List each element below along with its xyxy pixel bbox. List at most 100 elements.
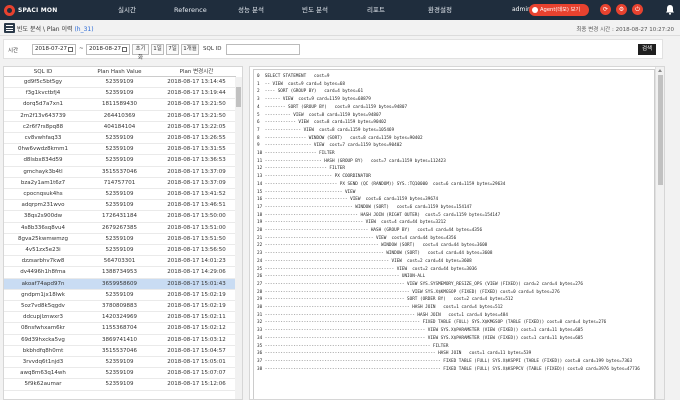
plan-hash-cell: 52359109 — [105, 90, 134, 97]
table-row[interactable]: dzzsarbhv7kw8 564703301 2018-08-17 14:01:2… — [4, 256, 236, 268]
agent-view-button[interactable]: Agent(데모) 보기 — [529, 4, 589, 16]
table-row[interactable]: 4v51zx5e23i 52359109 2018-08-17 13:56:50 — [4, 245, 236, 257]
logo-text: SPACI MON — [18, 6, 58, 14]
last-update: 최종 변경 시간 : 2018-08-27 10:27:20 — [576, 25, 674, 33]
plan-line: 6 ------------ VIEW cost=8 card=1159 byt… — [257, 120, 387, 126]
nav-realtime[interactable]: 실시간 — [118, 0, 136, 20]
table-row[interactable]: d8lsbx834d59 52359109 2018-08-17 13:36:53 — [4, 155, 236, 167]
table-row[interactable]: akoaf74apd97n 3659958609 2018-08-17 15:01:… — [4, 278, 236, 290]
plan-line: 33 -------------------------------------… — [257, 328, 583, 334]
column-header-plan-hash[interactable]: Plan Hash Value — [82, 67, 157, 77]
plan-line: 23 -------------------------------------… — [257, 251, 493, 257]
table-row[interactable]: 5oz7vd8k5qgdv 3780809883 2018-08-17 15:02:… — [4, 301, 236, 313]
sql-id-cell: 38qs2s900dw — [23, 213, 63, 220]
sql-id-input[interactable] — [226, 44, 300, 55]
scroll-thumb[interactable] — [236, 87, 241, 107]
table-row[interactable]: awq8m63q14wh 52359109 2018-08-17 15:07:07 — [4, 368, 236, 380]
table-row[interactable]: bza2y1am1t6z7 714757701 2018-08-17 13:37:0… — [4, 178, 236, 189]
user-name[interactable]: admin — [512, 0, 531, 20]
start-date-input[interactable]: 2018-07-27 — [32, 44, 76, 55]
table-row[interactable]: bkbhdfq8h0mt 3515537046 2018-08-17 15:04:5… — [4, 346, 236, 357]
sql-list-scrollbar[interactable] — [235, 77, 242, 399]
calendar-icon[interactable] — [122, 47, 127, 52]
reset-button[interactable]: 초기화 — [132, 44, 149, 61]
sql-id-cell: akoaf74apd97n — [21, 280, 65, 287]
sql-id-cell: ddcupjlznwxr3 — [23, 314, 63, 321]
sql-id-cell: 8gva25kwmwmzg — [18, 235, 68, 242]
seven-day-button[interactable]: 7일 — [166, 44, 179, 55]
end-date-input[interactable]: 2018-08-27 — [86, 44, 130, 55]
table-row[interactable]: 2m2f13v643739 264410369 2018-08-17 13:21:5… — [4, 111, 236, 122]
plan-line: 14 ---------------------------- PX SEND … — [257, 181, 506, 187]
sql-id-cell: 5f9k62aumar — [24, 381, 62, 388]
nav-report[interactable]: 리포트 — [367, 0, 385, 20]
one-month-button[interactable]: 1개월 — [181, 44, 199, 55]
table-row[interactable]: 4s8b336sq8vu4 2679267385 2018-08-17 13:51:… — [4, 223, 236, 234]
table-row[interactable]: adqrpm231wvo 52359109 2018-08-17 13:46:51 — [4, 200, 236, 212]
plan-time-cell: 2018-08-17 14:29:06 — [167, 269, 226, 276]
plan-time-cell: 2018-08-17 15:01:43 — [167, 280, 226, 287]
plan-time-cell: 2018-08-17 13:14:45 — [167, 79, 226, 85]
one-day-button[interactable]: 1일 — [151, 44, 164, 55]
sql-id-cell: gd9f5c5bt5gy — [23, 79, 63, 85]
table-row[interactable]: 5f9k62aumar 52359109 2018-08-17 15:12:06 — [4, 379, 236, 391]
nav-settings[interactable]: 환경설정 — [428, 0, 452, 20]
table-row[interactable]: 0hw6vwdz8kmm1 52359109 2018-08-17 13:31:55 — [4, 144, 236, 156]
plan-hash-cell: 52359109 — [105, 202, 134, 209]
sql-id-cell: bkbhdfq8h0mt — [22, 347, 64, 354]
plan-hash-cell: 264410369 — [103, 112, 136, 119]
app-logo[interactable]: SPACI MON — [4, 3, 57, 17]
table-row[interactable]: gd9f5c5bt5gy 52359109 2018-08-17 13:14:45 — [4, 77, 236, 89]
last-update-label: 최종 변경 시간 : — [576, 27, 616, 33]
table-row[interactable]: dorq5d7a7xn1 1811589430 2018-08-17 13:21:5… — [4, 99, 236, 111]
sql-id-cell: 2m2f13v643739 — [20, 112, 66, 119]
plan-time-cell: 2018-08-17 13:21:50 — [167, 112, 226, 119]
table-row[interactable]: 38qs2s900dw 1726431184 2018-08-17 13:50:00 — [4, 211, 236, 223]
table-row[interactable]: f3g1kvctbfj4 52359109 2018-08-17 13:19:44 — [4, 88, 236, 100]
bell-icon[interactable] — [665, 4, 675, 15]
plan-line: 38 -------------------------------------… — [257, 366, 640, 372]
plan-line: 30 -------------------------------------… — [257, 305, 503, 310]
plan-scrollbar[interactable] — [655, 67, 664, 399]
column-header-sql-id[interactable]: SQL ID — [4, 67, 82, 77]
plan-hash-cell: 2679267385 — [102, 224, 137, 231]
column-header-plan-change-time[interactable]: Plan 변경시간 — [157, 67, 236, 77]
agent-view-label: Agent(데모) 보기 — [540, 7, 581, 13]
table-row[interactable]: cv8vwhfaq33 52359109 2018-08-17 13:26:55 — [4, 133, 236, 145]
plan-line: 17 ---------------------------------- WI… — [257, 204, 472, 210]
sql-id-cell: 08nsfwhxam6kr — [20, 325, 66, 332]
plan-hash-cell: 3515537046 — [102, 347, 137, 354]
nav-frequency-analysis[interactable]: 빈도 분석 — [302, 0, 328, 20]
search-button[interactable]: 검색 — [638, 44, 656, 55]
table-row[interactable]: 3rvvdq6t1njd3 52359109 2018-08-17 15:05:01 — [4, 357, 236, 369]
sql-id-cell: gndpm1jx18lwk — [21, 291, 65, 298]
table-row[interactable]: 8gva25kwmwmzg 52359109 2018-08-17 13:51:50 — [4, 234, 236, 245]
plan-line: 8 ---------------- WINDOW (SORT) cost=8 … — [257, 135, 423, 141]
plan-hash-cell: 1388734953 — [102, 269, 137, 276]
power-icon[interactable]: ⏻ — [632, 4, 643, 15]
scroll-up-icon[interactable] — [658, 69, 662, 72]
settings-icon[interactable]: ⚙ — [616, 4, 627, 15]
agent-icon — [532, 7, 538, 13]
table-row[interactable]: cpocnqsuk4hs 52359109 2018-08-17 13:41:52 — [4, 189, 236, 201]
plan-hash-cell: 52359109 — [105, 191, 134, 197]
menu-icon[interactable] — [4, 23, 15, 33]
plan-time-cell: 2018-08-17 13:51:50 — [167, 235, 226, 242]
table-row[interactable]: gndpm1jx18lwk 52359109 2018-08-17 15:02:19 — [4, 290, 236, 301]
nav-reference[interactable]: Reference — [174, 0, 207, 20]
plan-hash-cell: 3869741410 — [102, 336, 137, 343]
table-row[interactable]: gmchayk3b4tl 3515537046 2018-08-17 13:37:0… — [4, 167, 236, 178]
plan-line: 24 -------------------------------------… — [257, 258, 472, 264]
refresh-icon[interactable]: ⟳ — [600, 4, 611, 15]
calendar-icon[interactable] — [68, 47, 73, 52]
table-row[interactable]: dv4496h1h8fma 1388734953 2018-08-17 14:29:… — [4, 267, 236, 279]
nav-performance-analysis[interactable]: 성능 분석 — [238, 0, 264, 20]
table-row[interactable]: ddcupjlznwxr3 1420324969 2018-08-17 15:02:… — [4, 312, 236, 324]
table-row[interactable]: 08nsfwhxam6kr 1155368704 2018-08-17 15:02:… — [4, 323, 236, 335]
logo-icon — [4, 4, 15, 16]
table-row[interactable]: 69d39hxcka5vg 3869741410 2018-08-17 15:03:… — [4, 335, 236, 346]
scroll-thumb[interactable] — [658, 75, 663, 185]
table-row[interactable]: c2r6f7rs8pq88 404184104 2018-08-17 13:22:0… — [4, 122, 236, 133]
plan-hash-cell: 52359109 — [105, 79, 134, 85]
filter-bar: 시간 2018-07-27 ~ 2018-08-27 초기화 1일 7일 1개월… — [3, 39, 663, 61]
